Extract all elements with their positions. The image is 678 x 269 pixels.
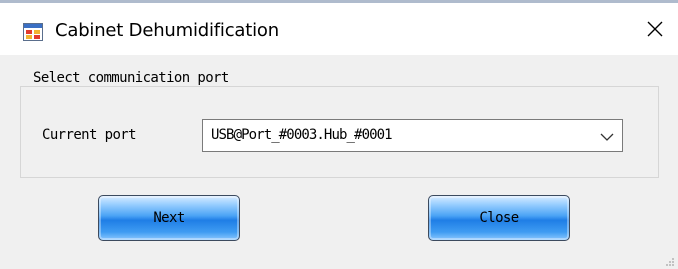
groupbox-legend: Select communication port bbox=[31, 70, 231, 86]
close-button-label: Close bbox=[479, 210, 519, 226]
app-window-icon bbox=[23, 23, 43, 41]
next-button-label: Next bbox=[153, 210, 185, 226]
chevron-down-icon bbox=[600, 133, 614, 141]
port-select-value: USB@Port_#0003.Hub_#0001 bbox=[211, 127, 393, 143]
port-select[interactable]: USB@Port_#0003.Hub_#0001 bbox=[202, 119, 623, 152]
window-title: Cabinet Dehumidification bbox=[55, 20, 279, 41]
dialog-window: Cabinet Dehumidification Select communic… bbox=[0, 0, 678, 269]
close-button[interactable]: Close bbox=[428, 195, 570, 241]
close-icon bbox=[647, 21, 663, 37]
title-bar[interactable]: Cabinet Dehumidification bbox=[0, 3, 678, 55]
next-button[interactable]: Next bbox=[98, 195, 240, 241]
current-port-label: Current port bbox=[42, 127, 137, 143]
resize-grip-icon[interactable] bbox=[665, 256, 675, 266]
close-window-button[interactable] bbox=[632, 3, 678, 55]
